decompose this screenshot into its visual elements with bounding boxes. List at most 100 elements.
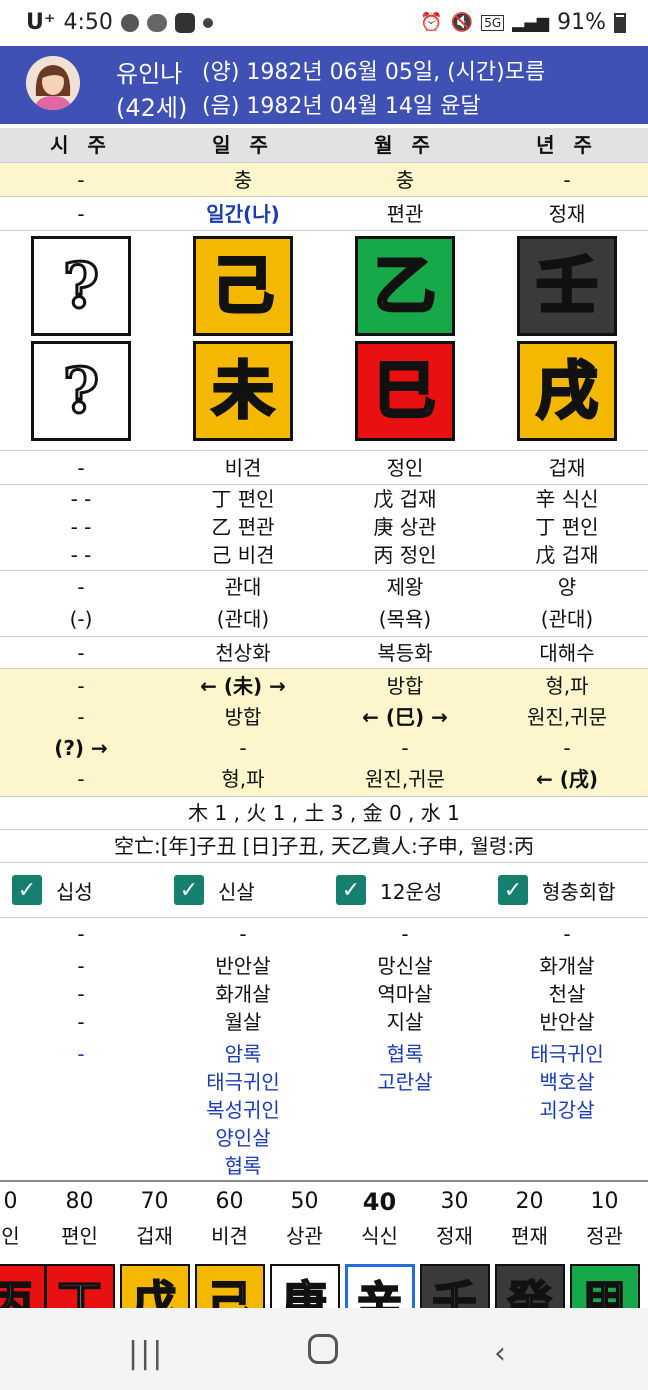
daewoon-item[interactable]: 60 비견 己 bbox=[192, 1182, 267, 1308]
app-root: U⁺ 4:50 ⏰ 🔇 5G ▂▄▆ 91% 유인나 (42세) (양) 198… bbox=[0, 0, 648, 1390]
lunar-birthdate: (음) 1982년 04월 14일 윤달 bbox=[202, 94, 481, 119]
stem-box-hour[interactable]: ? bbox=[31, 236, 131, 336]
relations-block: - - (?) → - ← (未) → 방합 - 형,파 방합 ← (巳) → - 원진,귀문 형… bbox=[0, 668, 648, 796]
talk-icon bbox=[146, 13, 167, 32]
sinsal-cell: - bbox=[401, 922, 409, 946]
sinsal-cell: 지살 bbox=[386, 1010, 424, 1034]
branch-box-hour[interactable]: ? bbox=[31, 341, 131, 441]
daewoon-item[interactable]: 70 겁재 戊 bbox=[117, 1182, 192, 1308]
daewoon-sipsung: 겁재 bbox=[136, 1224, 173, 1248]
checkbox-label: 12운성 bbox=[380, 879, 443, 904]
daewoon-age: 70 bbox=[140, 1189, 169, 1214]
branch-box-year[interactable]: 戌 bbox=[517, 341, 617, 441]
daewoon-sipsung: 비견 bbox=[211, 1224, 248, 1248]
unsung-sub-cell: (-) bbox=[69, 607, 93, 631]
checkbox-12unsung[interactable]: ✓ 12운성 bbox=[336, 875, 442, 905]
sipsung-cell: 정재 bbox=[548, 202, 586, 226]
sinsal-cell: 망신살 bbox=[377, 954, 433, 978]
sinsal-cell: - bbox=[77, 982, 85, 1006]
daewoon-age: 20 bbox=[515, 1189, 544, 1214]
checkbox-label: 신살 bbox=[218, 879, 255, 904]
sipsung-cell: 겁재 bbox=[548, 456, 586, 480]
checkbox-label: 십성 bbox=[56, 879, 93, 904]
daewoon-age: 30 bbox=[440, 1189, 469, 1214]
profile-header[interactable]: 유인나 (42세) (양) 1982년 06월 05일, (시간)모름 (음) … bbox=[0, 46, 648, 124]
daewoon-stem: 壬 bbox=[419, 1264, 490, 1308]
check-icon: ✓ bbox=[336, 875, 366, 905]
sipsung-cell-self: 일간(나) bbox=[206, 202, 280, 226]
daewoon-item[interactable]: 0 인丙 bbox=[0, 1182, 48, 1308]
checkbox-label: 형충회합 bbox=[542, 879, 616, 904]
hidden-stem: 丁 편인 bbox=[535, 515, 599, 539]
unsung-cell: 제왕 bbox=[386, 575, 424, 599]
daewoon-age: 40 bbox=[362, 1188, 397, 1216]
napeum-cell: - bbox=[77, 641, 85, 665]
sipsung-cell: - bbox=[77, 456, 85, 480]
daewoon-item[interactable]: 10 정관 甲 bbox=[567, 1182, 642, 1308]
display-options: ✓ 십성 ✓ 신살 ✓ 12운성 ✓ 형충회합 bbox=[0, 862, 648, 918]
home-button[interactable] bbox=[308, 1334, 338, 1372]
sinsal-cell: 반안살 bbox=[215, 954, 271, 978]
checkbox-sinsal[interactable]: ✓ 신살 bbox=[174, 875, 255, 905]
stem-box-month[interactable]: 乙 bbox=[355, 236, 455, 336]
unsung-sub-cell: (관대) bbox=[216, 607, 270, 631]
daewoon-sipsung: 인 bbox=[1, 1224, 20, 1248]
daewoon-item[interactable]: 50 상관 庚 bbox=[267, 1182, 342, 1308]
daewoon-item[interactable]: 80 편인 丁 bbox=[42, 1182, 117, 1308]
daewoon-item-current[interactable]: 40 식신 辛 bbox=[342, 1182, 417, 1308]
gongmang-summary: 空亡:[年]子丑 [日]子丑, 天乙貴人:子申, 월령:丙 bbox=[0, 829, 648, 862]
notification-icon bbox=[120, 13, 139, 32]
sinsal-block: ----- - 반안살 화개살 월살 암록 태극귀인 복성귀인 양인살 협록 - 망신살 역마살 지살… bbox=[0, 920, 648, 1180]
system-navigation-bar: ||| ‹ bbox=[0, 1308, 648, 1390]
stem-sipsung-row: - 일간(나) 편관 정재 bbox=[0, 196, 648, 230]
daewoon-age: 50 bbox=[290, 1189, 319, 1214]
dot-icon bbox=[202, 17, 213, 28]
stem-box-year[interactable]: 壬 bbox=[517, 236, 617, 336]
checkbox-hyungchung[interactable]: ✓ 형충회합 bbox=[498, 875, 616, 905]
back-button[interactable]: ‹ bbox=[494, 1336, 506, 1371]
relation-cell: ← (巳) → bbox=[362, 705, 448, 729]
profile-age: (42세) bbox=[116, 94, 188, 122]
relation-cell: (?) → bbox=[54, 736, 108, 760]
relation-cell: 방합 bbox=[224, 705, 262, 729]
daewoon-sipsung: 식신 bbox=[361, 1224, 398, 1248]
check-icon: ✓ bbox=[174, 875, 204, 905]
hidden-stem: - - bbox=[70, 487, 92, 511]
napeum-cell: 천상화 bbox=[215, 641, 271, 665]
earthly-branches-row: ? 未 巳 戌 bbox=[0, 340, 648, 450]
battery-icon bbox=[614, 12, 626, 33]
relation-cell: - bbox=[401, 736, 409, 760]
heavenly-stems-row: ? 己 乙 壬 bbox=[0, 230, 648, 340]
daewoon-sipsung: 상관 bbox=[286, 1224, 323, 1248]
column-header-hour: 시 주 bbox=[50, 133, 112, 157]
column-header-month: 월 주 bbox=[374, 133, 436, 157]
sinsal-cell: 천살 bbox=[548, 982, 586, 1006]
sinsal-blue-cell: 고란살 bbox=[377, 1070, 433, 1094]
hidden-stem: 乙 편관 bbox=[211, 515, 275, 539]
daewoon-item[interactable]: 20 편재 癸 bbox=[492, 1182, 567, 1308]
recent-apps-button[interactable]: ||| bbox=[128, 1336, 164, 1371]
daewoon-strip[interactable]: 0인丙 80편인丁 70겁재戊 60비견己 50상관庚 40식신辛 30정재壬 … bbox=[0, 1180, 648, 1308]
sinsal-cell: - bbox=[77, 1010, 85, 1034]
sipsung-cell: 정인 bbox=[386, 456, 424, 480]
relation-cell: - bbox=[77, 705, 85, 729]
napeum-cell: 대해수 bbox=[539, 641, 595, 665]
relation-cell: 원진,귀문 bbox=[527, 705, 607, 729]
hidden-stem: - - bbox=[70, 543, 92, 567]
checkbox-sipsung[interactable]: ✓ 십성 bbox=[12, 875, 93, 905]
clash-cell: 충 bbox=[395, 168, 415, 192]
play-icon bbox=[174, 12, 195, 33]
signal-icon: ▂▄▆ bbox=[512, 13, 550, 32]
branch-box-day[interactable]: 未 bbox=[193, 341, 293, 441]
sipsung-cell: - bbox=[77, 202, 85, 226]
unsung-sub-cell: (관대) bbox=[540, 607, 594, 631]
stem-box-day[interactable]: 己 bbox=[193, 236, 293, 336]
avatar[interactable] bbox=[26, 56, 80, 110]
daewoon-item[interactable]: 30 정재 壬 bbox=[417, 1182, 492, 1308]
branch-sipsung-row: - 비견 정인 겁재 bbox=[0, 450, 648, 484]
daewoon-age: 0 bbox=[3, 1189, 18, 1214]
branch-box-month[interactable]: 巳 bbox=[355, 341, 455, 441]
sinsal-cell: 화개살 bbox=[539, 954, 595, 978]
sinsal-cell: 반안살 bbox=[539, 1010, 595, 1034]
sinsal-blue-cell: 양인살 bbox=[215, 1126, 271, 1150]
